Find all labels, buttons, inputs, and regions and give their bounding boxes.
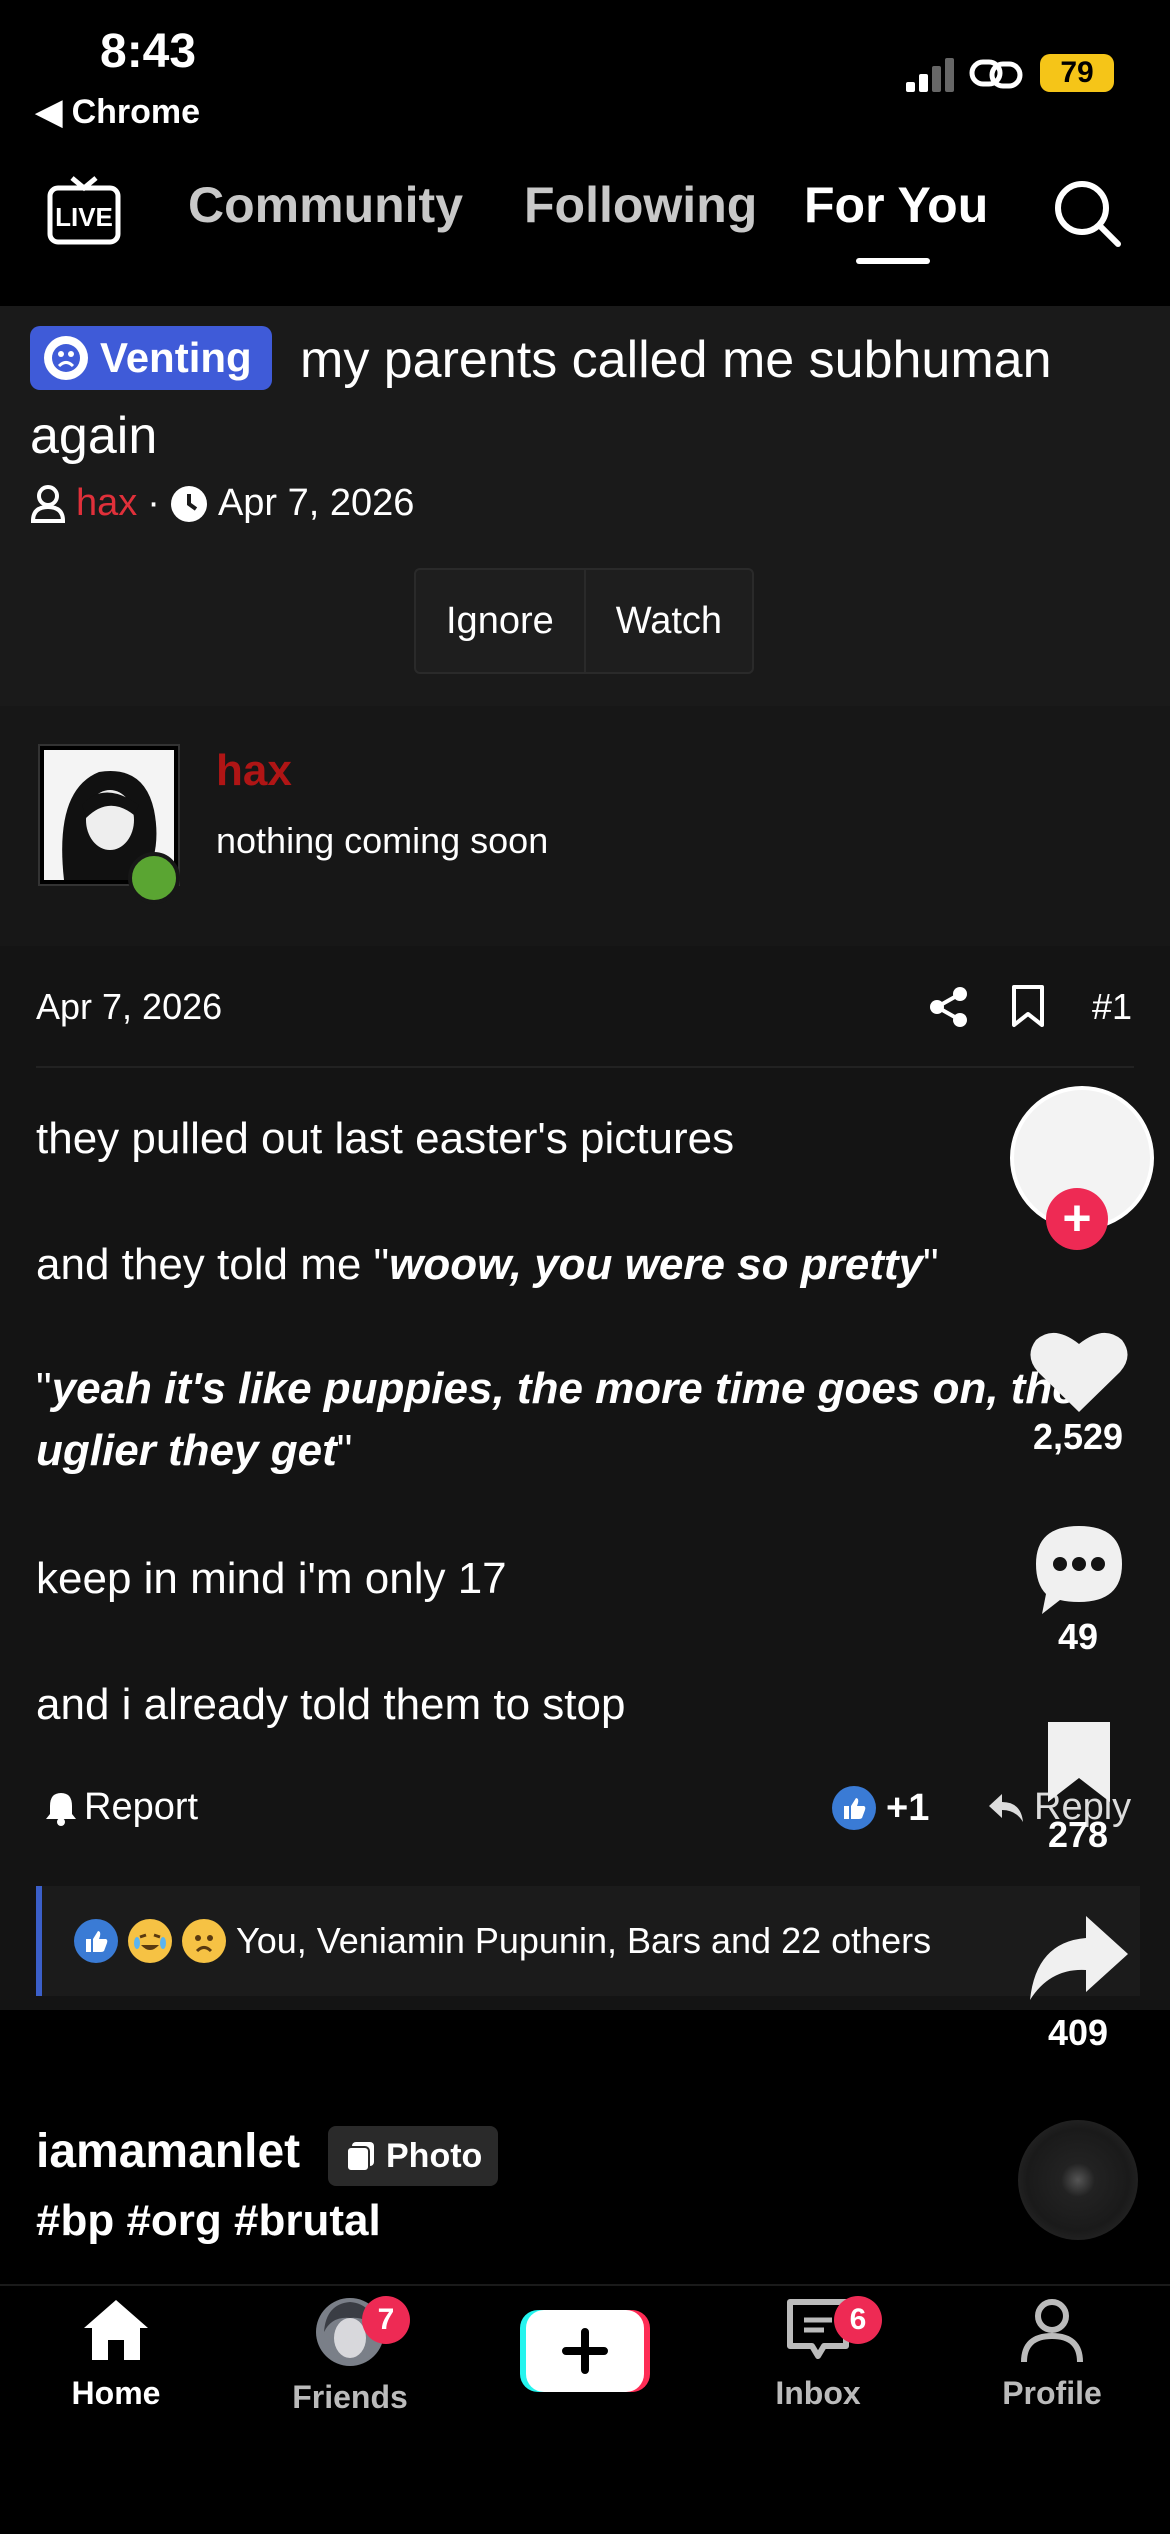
- bell-icon: [46, 1792, 76, 1826]
- tab-home[interactable]: Home: [16, 2296, 216, 2412]
- caption-hashtags[interactable]: #bp #org #brutal: [36, 2196, 381, 2246]
- tab-inbox[interactable]: Inbox 6: [718, 2296, 918, 2412]
- user-name-link[interactable]: hax: [216, 746, 292, 796]
- heart-icon[interactable]: [1024, 1320, 1134, 1420]
- comment-icon[interactable]: [1024, 1518, 1134, 1618]
- thread-meta: hax · Apr 7, 2026: [30, 482, 414, 525]
- inbox-badge: 6: [834, 2296, 882, 2344]
- post-body-line: keep in mind i'm only 17: [36, 1554, 507, 1603]
- post-body-line: and i already told them to stop: [36, 1680, 626, 1729]
- venting-tag[interactable]: Venting: [30, 326, 272, 390]
- search-icon[interactable]: [1050, 176, 1122, 248]
- post-body-line: "yeah it's like puppies, the more time g…: [36, 1364, 1077, 1475]
- friends-badge: 7: [362, 2296, 410, 2344]
- tab-community[interactable]: Community: [188, 176, 463, 234]
- photo-badge: Photo: [328, 2126, 499, 2186]
- clock-icon: [170, 485, 207, 522]
- follow-plus-button[interactable]: +: [1046, 1188, 1108, 1250]
- reactions-summary[interactable]: You, Veniamin Pupunin, Bars and 22 other…: [36, 1886, 1140, 1996]
- reactions-text: You, Veniamin Pupunin, Bars and 22 other…: [236, 1920, 932, 1961]
- ignore-button[interactable]: Ignore: [416, 570, 584, 672]
- back-to-app-link[interactable]: ◀ Chrome: [36, 92, 200, 132]
- save-icon[interactable]: [1024, 1720, 1134, 1804]
- report-button[interactable]: Report: [44, 1786, 198, 1829]
- profile-icon: [1021, 2299, 1083, 2363]
- tab-following[interactable]: Following: [524, 176, 757, 234]
- tab-for-you[interactable]: For You: [804, 176, 988, 234]
- share-count: 409: [1047, 2012, 1109, 2053]
- like-reaction-button[interactable]: +1: [832, 1786, 929, 1830]
- thread-author-link[interactable]: hax: [76, 482, 137, 525]
- tab-friends[interactable]: Friends 7: [250, 2296, 450, 2416]
- user-icon: [30, 484, 66, 523]
- post-number[interactable]: #1: [1092, 986, 1132, 1028]
- thread-actions: Ignore Watch: [414, 568, 755, 674]
- crying-laughing-icon: [128, 1919, 172, 1963]
- comment-count: 49: [1057, 1616, 1099, 1657]
- thread-date: Apr 7, 2026: [217, 482, 415, 524]
- post-body-line: they pulled out last easter's pictures: [36, 1114, 735, 1163]
- caption-username[interactable]: iamamanlet: [36, 2124, 300, 2179]
- battery-indicator: 79: [1040, 54, 1114, 92]
- bookmark-icon[interactable]: [1010, 984, 1046, 1028]
- create-plus-button[interactable]: [520, 2310, 650, 2392]
- divider: [36, 1066, 1134, 1068]
- online-status-dot: [128, 852, 180, 904]
- active-tab-indicator: [856, 258, 930, 264]
- share-icon[interactable]: [928, 986, 970, 1028]
- watch-button[interactable]: Watch: [583, 570, 752, 672]
- home-icon: [84, 2300, 148, 2360]
- post-body-line: and they told me "woow, you were so pret…: [36, 1240, 939, 1289]
- user-status-text: nothing coming soon: [216, 820, 549, 861]
- thumbs-up-icon: [74, 1919, 118, 1963]
- meta-separator: ·: [147, 482, 160, 524]
- save-count: 278: [1047, 1814, 1109, 1855]
- share-arrow-icon[interactable]: [1024, 1912, 1134, 2004]
- personal-hotspot-icon: [969, 59, 1023, 89]
- sad-face-icon: [44, 336, 88, 380]
- venting-tag-label: Venting: [100, 334, 252, 381]
- sad-face-icon: [182, 1919, 226, 1963]
- svg-text:LIVE: LIVE: [55, 202, 113, 232]
- like-count: 2,529: [1032, 1416, 1124, 1457]
- live-icon[interactable]: LIVE: [46, 174, 122, 246]
- tab-profile[interactable]: Profile: [952, 2296, 1152, 2412]
- thumbs-up-icon: [832, 1786, 876, 1830]
- status-time: 8:43: [100, 25, 197, 78]
- photo-icon: [346, 2142, 374, 2172]
- post-date: Apr 7, 2026: [36, 986, 223, 1027]
- music-disc-icon[interactable]: [1018, 2120, 1138, 2240]
- signal-icon: [906, 56, 958, 92]
